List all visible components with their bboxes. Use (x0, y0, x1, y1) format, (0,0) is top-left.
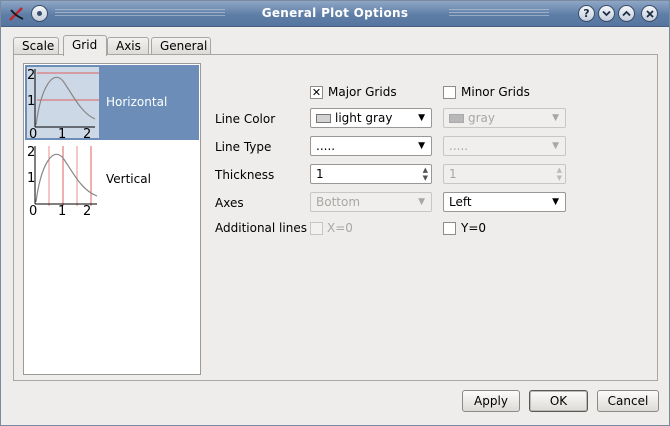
major-thickness-spinbox[interactable]: 1 ▲ ▼ (310, 164, 432, 184)
major-axes-select[interactable]: Bottom ▼ (310, 192, 432, 212)
major-grids-checkbox[interactable]: ✕ (310, 86, 323, 99)
line-type-label: Line Type (215, 140, 272, 154)
minor-thickness-spinbox[interactable]: 1 ▲ ▼ (443, 164, 566, 184)
chevron-up-icon (622, 10, 631, 17)
chevron-down-icon (602, 10, 611, 17)
major-line-type-select[interactable]: ..... ▼ (310, 136, 432, 156)
x-tick-label: 2 (83, 127, 91, 138)
x-tick-label: 0 (29, 127, 37, 138)
horizontal-grid-icon: 2 1 0 1 2 (27, 67, 99, 138)
list-item-label: Horizontal (106, 95, 168, 109)
spin-arrows-icon[interactable]: ▲ ▼ (557, 166, 562, 182)
tab-scale[interactable]: Scale (13, 37, 59, 55)
thickness-label: Thickness (215, 168, 275, 182)
x-tick-label: 1 (58, 204, 66, 215)
y0-checkbox[interactable] (443, 222, 456, 235)
tab-axis[interactable]: Axis (107, 37, 149, 55)
title-bar[interactable]: General Plot Options ? (1, 1, 669, 27)
minor-line-color-select[interactable]: gray ▼ (443, 108, 566, 128)
minimize-button[interactable] (598, 5, 615, 22)
grid-type-list[interactable]: 2 1 0 1 2 Horizontal 2 1 0 1 2 Vertical (23, 63, 201, 375)
major-grids-label: Major Grids (328, 85, 397, 99)
x-tick-label: 2 (83, 204, 91, 215)
y-tick-label: 2 (27, 145, 35, 160)
vertical-grid-icon: 2 1 0 1 2 (27, 145, 98, 215)
y0-label: Y=0 (461, 221, 487, 235)
chevron-down-icon: ▼ (552, 113, 559, 123)
minor-axes-select[interactable]: Left ▼ (443, 192, 566, 212)
close-icon (645, 9, 654, 18)
chevron-down-icon: ▼ (552, 141, 559, 151)
close-button[interactable] (641, 5, 658, 22)
select-value: Bottom (316, 195, 361, 209)
y-tick-label: 1 (27, 171, 35, 186)
select-value: gray (468, 111, 496, 125)
chevron-down-icon: ▼ (418, 197, 425, 207)
cancel-button[interactable]: Cancel (597, 390, 659, 412)
select-value: ..... (316, 139, 336, 153)
additional-lines-label: Additional lines (215, 221, 307, 235)
color-swatch (316, 114, 331, 123)
list-item-vertical[interactable]: 2 1 0 1 2 Vertical (25, 142, 199, 217)
list-item-label: Vertical (106, 172, 151, 186)
select-value: ..... (449, 139, 469, 153)
dialog-window: General Plot Options ? Scale Grid Axis G… (0, 0, 670, 426)
y-tick-label: 1 (27, 94, 35, 109)
chevron-down-icon: ▼ (552, 197, 559, 207)
minor-grids-label: Minor Grids (461, 85, 530, 99)
list-item-horizontal[interactable]: 2 1 0 1 2 Horizontal (25, 65, 199, 140)
x-tick-label: 0 (29, 204, 37, 215)
apply-button[interactable]: Apply (462, 390, 520, 412)
minor-line-type-select[interactable]: ..... ▼ (443, 136, 566, 156)
window-title: General Plot Options (261, 6, 409, 20)
chevron-down-icon: ▼ (418, 113, 425, 123)
ok-button[interactable]: OK (529, 390, 588, 412)
spin-value: 1 (449, 167, 457, 181)
x-tick-label: 1 (58, 127, 66, 138)
grid-panel: 2 1 0 1 2 Horizontal 2 1 0 1 2 Vertical … (13, 54, 658, 381)
question-icon: ? (583, 7, 590, 20)
select-value: light gray (335, 111, 393, 125)
help-button[interactable]: ? (578, 5, 595, 22)
tab-grid[interactable]: Grid (63, 35, 107, 56)
line-color-label: Line Color (215, 112, 276, 126)
select-value: Left (449, 195, 472, 209)
axes-label: Axes (215, 196, 244, 210)
titlebar-decoration-right (449, 9, 549, 19)
spin-arrows-icon[interactable]: ▲ ▼ (423, 166, 428, 182)
maximize-button[interactable] (618, 5, 635, 22)
color-swatch (449, 114, 464, 123)
major-line-color-select[interactable]: light gray ▼ (310, 108, 432, 128)
minor-grids-checkbox[interactable] (443, 86, 456, 99)
y-tick-label: 2 (27, 68, 35, 83)
x0-checkbox[interactable] (310, 222, 323, 235)
tab-general[interactable]: General (151, 37, 211, 55)
spin-value: 1 (316, 167, 324, 181)
chevron-down-icon: ▼ (418, 141, 425, 151)
x0-label: X=0 (327, 221, 353, 235)
